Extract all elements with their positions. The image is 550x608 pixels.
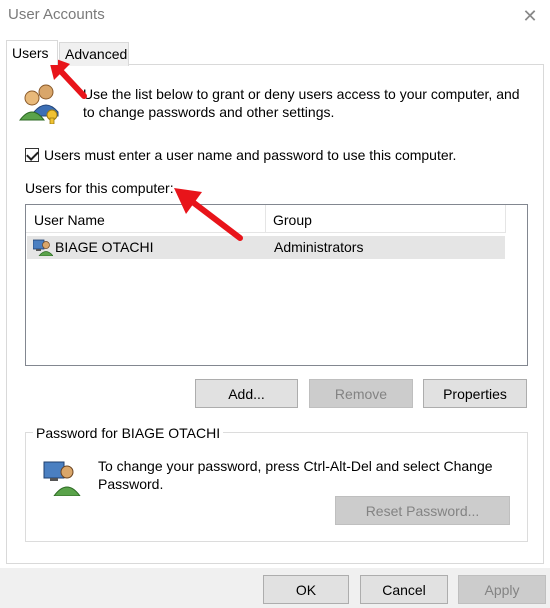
title-bar: User Accounts ✕ <box>0 0 550 32</box>
column-header-group[interactable]: Group <box>273 205 312 233</box>
require-password-label: Users must enter a user name and passwor… <box>44 147 457 163</box>
ok-button[interactable]: OK <box>263 575 349 604</box>
column-separator[interactable] <box>265 205 266 233</box>
column-separator[interactable] <box>505 205 506 233</box>
cell-user-name: BIAGE OTACHI <box>55 239 154 255</box>
password-instructions: To change your password, press Ctrl-Alt-… <box>98 458 493 492</box>
cell-group: Administrators <box>274 239 364 255</box>
close-icon[interactable]: ✕ <box>510 0 550 32</box>
tab-advanced[interactable]: Advanced <box>59 42 129 66</box>
column-header-user-name[interactable]: User Name <box>34 205 105 233</box>
properties-button[interactable]: Properties <box>423 379 527 408</box>
users-list-label: Users for this computer: <box>25 180 174 196</box>
users-listview[interactable]: User Name Group BIAGE OTACHI Administrat… <box>25 204 528 366</box>
require-password-row[interactable]: Users must enter a user name and passwor… <box>25 147 456 163</box>
intro-text: Use the list below to grant or deny user… <box>83 86 520 120</box>
remove-button[interactable]: Remove <box>309 379 413 408</box>
reset-password-button[interactable]: Reset Password... <box>335 496 510 525</box>
password-group-title: Password for BIAGE OTACHI <box>33 425 224 441</box>
window-title: User Accounts <box>8 6 105 23</box>
user-icon <box>33 239 53 256</box>
require-password-checkbox[interactable] <box>25 148 39 162</box>
tab-users[interactable]: Users <box>6 40 58 65</box>
apply-button[interactable]: Apply <box>458 575 546 604</box>
list-header: User Name Group <box>26 205 506 233</box>
table-row[interactable]: BIAGE OTACHI Administrators <box>27 236 505 259</box>
add-button[interactable]: Add... <box>195 379 298 408</box>
users-icon <box>18 84 59 124</box>
cancel-button[interactable]: Cancel <box>360 575 448 604</box>
password-user-icon <box>43 461 81 496</box>
